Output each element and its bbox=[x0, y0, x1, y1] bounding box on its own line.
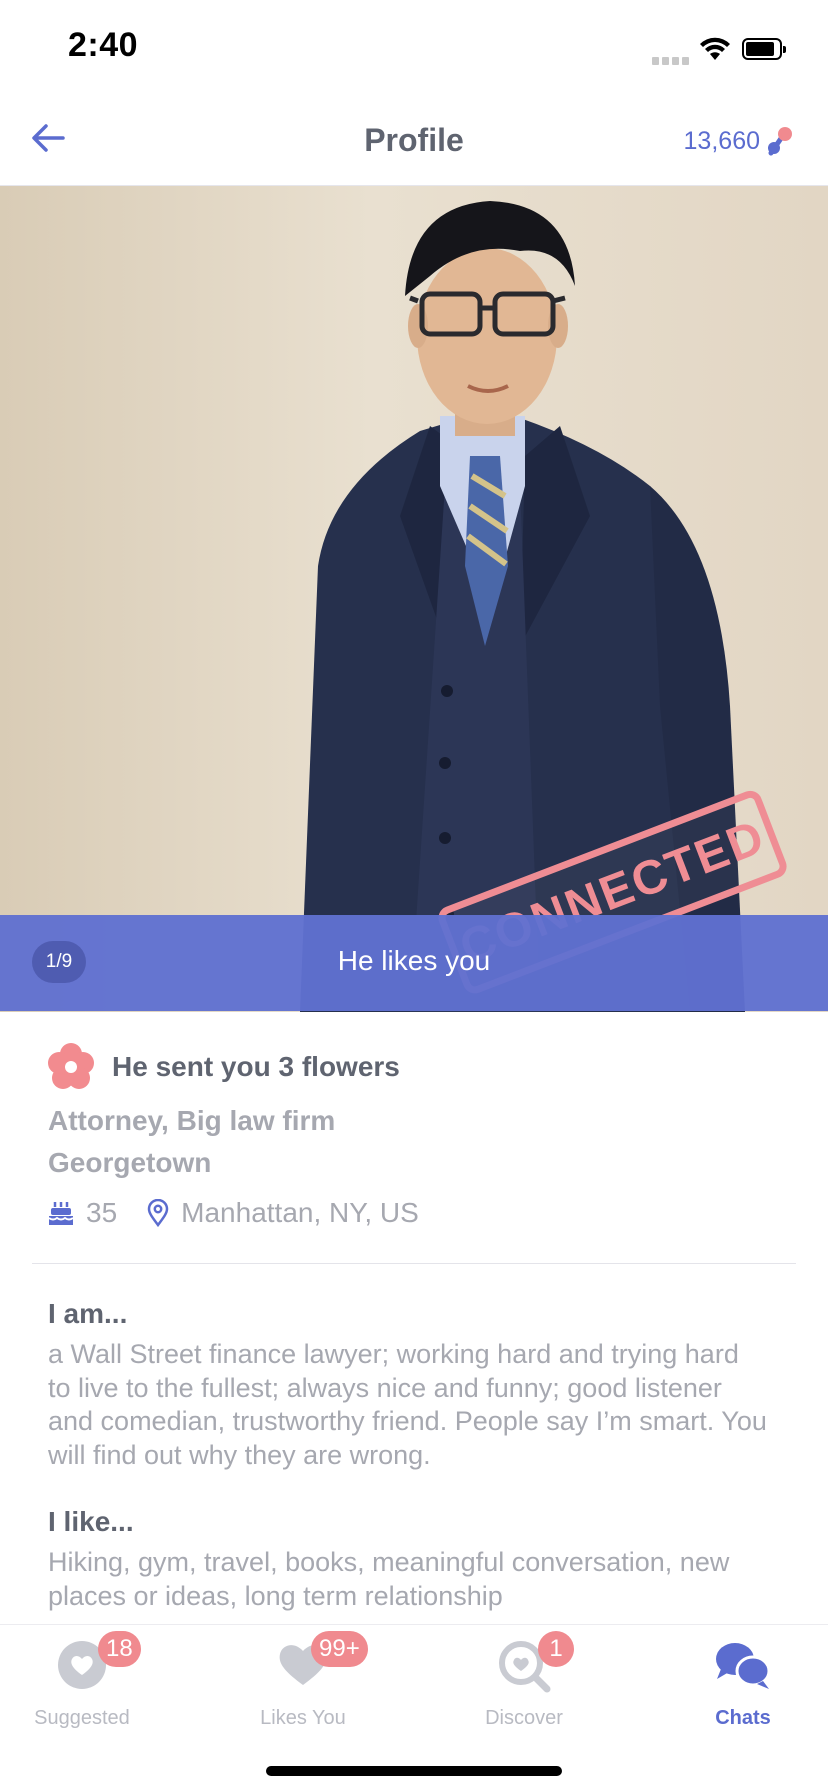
tab-label-likes-you: Likes You bbox=[260, 1707, 346, 1729]
wifi-icon bbox=[700, 37, 730, 60]
location: Manhattan, NY, US bbox=[181, 1197, 419, 1228]
flowers-row: He sent you 3 flowers bbox=[46, 1042, 400, 1092]
coins-value: 13,660 bbox=[683, 126, 760, 155]
profile-photo[interactable]: CONNECTED bbox=[0, 186, 828, 1012]
birthday-cake-icon bbox=[48, 1202, 74, 1225]
tab-label-suggested: Suggested bbox=[34, 1707, 130, 1729]
status-time: 2:40 bbox=[68, 26, 139, 64]
section-heading-i-like: I like... bbox=[48, 1506, 134, 1537]
location-pin-icon bbox=[147, 1199, 169, 1227]
status-bar: 2:40 bbox=[0, 0, 828, 100]
tab-badge-discover: 1 bbox=[538, 1631, 574, 1667]
meta-row: 35 Manhattan, NY, US bbox=[48, 1197, 419, 1229]
tab-label-discover: Discover bbox=[485, 1707, 563, 1729]
tab-badge-suggested: 18 bbox=[98, 1631, 141, 1667]
tab-chats[interactable]: Chats bbox=[643, 1625, 828, 1735]
tab-label-chats: Chats bbox=[715, 1707, 771, 1729]
battery-icon bbox=[742, 38, 786, 60]
flower-icon bbox=[48, 1043, 94, 1089]
cellular-signal-icon bbox=[652, 52, 692, 70]
tab-suggested[interactable]: 18 Suggested bbox=[0, 1625, 182, 1735]
section-body-i-like: Hiking, gym, travel, books, meaningful c… bbox=[48, 1547, 730, 1611]
job-title: Attorney, Big law firm bbox=[48, 1105, 336, 1136]
school: Georgetown bbox=[48, 1147, 212, 1178]
likes-banner: 1/9 He likes you bbox=[0, 915, 828, 1011]
divider bbox=[32, 1263, 796, 1264]
chat-bubbles-icon bbox=[716, 1643, 771, 1689]
coins-balance[interactable]: 13,660 bbox=[684, 126, 794, 156]
section-heading-i-am: I am... bbox=[48, 1298, 128, 1329]
flowers-text: He sent you 3 flowers bbox=[112, 1051, 400, 1082]
tab-badge-likes-you: 99+ bbox=[311, 1631, 368, 1667]
coin-icon bbox=[768, 127, 792, 156]
age: 35 bbox=[86, 1197, 118, 1228]
likes-banner-text: He likes you bbox=[337, 945, 491, 976]
tab-likes-you[interactable]: 99+ Likes You bbox=[203, 1625, 403, 1735]
tab-discover[interactable]: 1 Discover bbox=[424, 1625, 624, 1735]
home-indicator bbox=[266, 1766, 562, 1776]
nav-bar: Profile 13,660 bbox=[0, 100, 828, 186]
section-body-i-am: a Wall Street finance lawyer; working ha… bbox=[48, 1339, 767, 1470]
